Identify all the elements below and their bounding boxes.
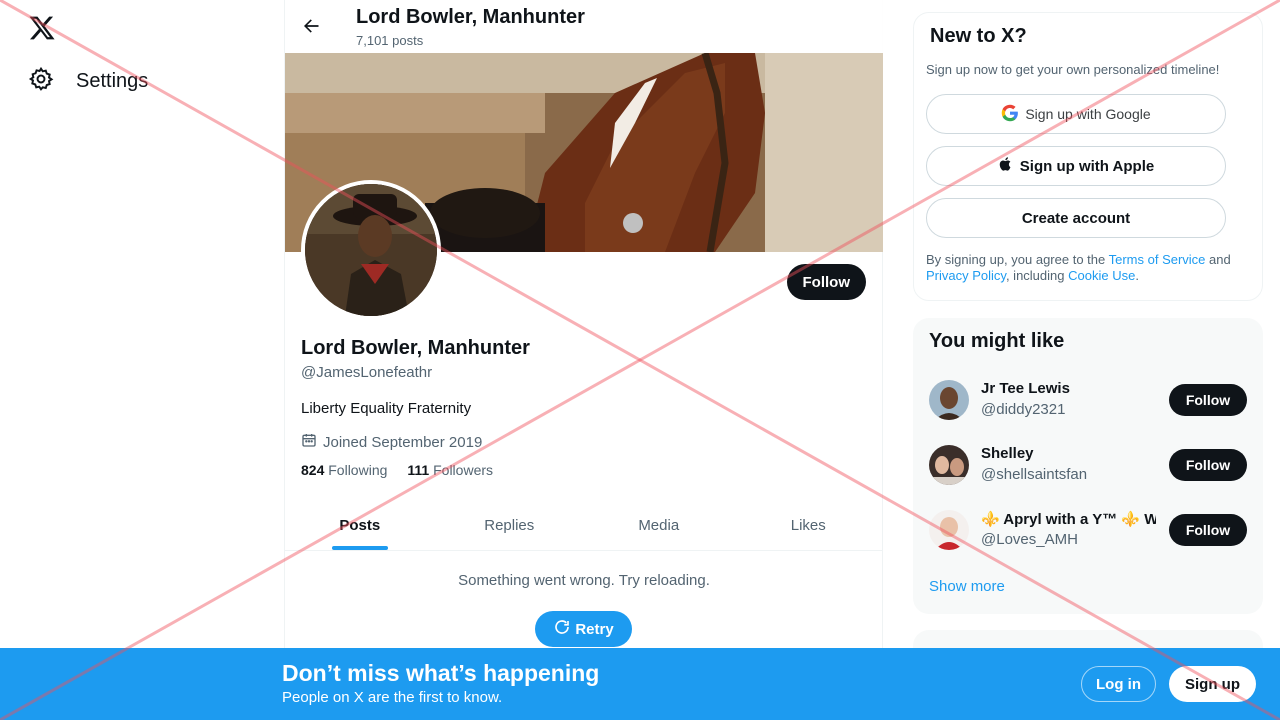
suggested-user-handle: @diddy2321 [981, 401, 1066, 418]
signup-prompt-bar: Don’t miss what’s happening People on X … [0, 648, 1280, 720]
followers-label: Followers [433, 462, 494, 478]
suggested-follow-button[interactable]: Follow [1169, 514, 1247, 546]
following-count: 824 [301, 462, 325, 478]
tab-media[interactable]: Media [584, 500, 734, 550]
followers-link[interactable]: 111 Followers [407, 462, 493, 478]
profile-bio: Liberty Equality Fraternity [301, 400, 472, 417]
profile-joined: Joined September 2019 [301, 432, 482, 452]
retry-button[interactable]: Retry [535, 611, 632, 647]
legal-and: and [1205, 252, 1231, 267]
refresh-icon [553, 618, 571, 640]
avatar[interactable] [929, 510, 969, 550]
profile-handle: @JamesLonefeathr [301, 364, 433, 381]
profile-name: Lord Bowler, Manhunter [301, 337, 530, 359]
following-link[interactable]: 824 Following [301, 462, 387, 478]
follow-button[interactable]: Follow [786, 264, 866, 300]
nav-settings[interactable]: Settings [28, 66, 148, 97]
topbar-post-count: 7,101 posts [356, 33, 424, 48]
topbar-title: Lord Bowler, Manhunter [356, 6, 585, 28]
create-account-button[interactable]: Create account [926, 198, 1226, 238]
profile-column: Lord Bowler, Manhunter 7,101 posts Follo… [284, 0, 883, 720]
followers-count: 111 [407, 462, 430, 478]
google-label: Sign up with Google [1025, 106, 1151, 122]
show-more-link[interactable]: Show more [929, 578, 1005, 595]
avatar[interactable] [929, 445, 969, 485]
signup-apple-button[interactable]: Sign up with Apple [926, 146, 1226, 186]
suggested-user[interactable]: Jr Tee Lewis @diddy2321 Follow [929, 380, 1247, 440]
suggested-user[interactable]: Shelley @shellsaintsfan Follow [929, 445, 1247, 505]
apple-icon [998, 155, 1014, 177]
left-nav: Settings [0, 0, 284, 720]
suggested-follow-button[interactable]: Follow [1169, 449, 1247, 481]
error-message: Something went wrong. Try reloading. [458, 572, 710, 589]
suggested-follow-button[interactable]: Follow [1169, 384, 1247, 416]
you-might-like-panel: You might like Jr Tee Lewis @diddy2321 F… [913, 318, 1263, 614]
tab-likes[interactable]: Likes [734, 500, 884, 550]
profile-stats: 824 Following 111 Followers [301, 462, 493, 478]
legal-end: . [1135, 268, 1139, 283]
x-logo-icon[interactable] [28, 14, 56, 42]
new-to-x-title: New to X? [930, 25, 1027, 47]
tab-replies[interactable]: Replies [435, 500, 585, 550]
following-label: Following [328, 462, 388, 478]
suggested-user-handle: @shellsaintsfan [981, 466, 1088, 483]
suggested-user-name: ⚜️ Apryl with a Y™ ⚜️ W [981, 511, 1156, 528]
prompt-title: Don’t miss what’s happening [282, 660, 600, 686]
suggested-user[interactable]: ⚜️ Apryl with a Y™ ⚜️ W @Loves_AMH Follo… [929, 510, 1247, 570]
legal-text: By signing up, you agree to the Terms of… [926, 252, 1246, 284]
you-might-like-title: You might like [929, 330, 1065, 352]
prompt-subtitle: People on X are the first to know. [282, 689, 503, 706]
legal-prefix: By signing up, you agree to the [926, 252, 1109, 267]
new-to-x-panel: New to X? Sign up now to get your own pe… [913, 12, 1263, 301]
cookie-link[interactable]: Cookie Use [1068, 268, 1135, 283]
privacy-link[interactable]: Privacy Policy [926, 268, 1006, 283]
profile-avatar[interactable] [301, 180, 441, 320]
apple-label: Sign up with Apple [1019, 157, 1155, 175]
calendar-icon [301, 432, 317, 452]
signup-google-button[interactable]: Sign up with Google [926, 94, 1226, 134]
profile-tabs: Posts Replies Media Likes [285, 500, 883, 551]
legal-including: , including [1005, 268, 1069, 283]
back-arrow-icon[interactable] [299, 14, 323, 38]
tab-posts[interactable]: Posts [285, 500, 435, 550]
profile-topbar: Lord Bowler, Manhunter 7,101 posts [285, 0, 883, 53]
settings-label: Settings [76, 70, 149, 92]
suggested-user-handle: @Loves_AMH [981, 531, 1078, 548]
terms-link[interactable]: Terms of Service [1109, 252, 1206, 267]
avatar[interactable] [929, 380, 969, 420]
joined-text: Joined September 2019 [323, 433, 483, 451]
gear-icon [28, 66, 54, 97]
retry-label: Retry [575, 620, 614, 638]
signup-button[interactable]: Sign up [1169, 666, 1256, 702]
google-icon [1001, 104, 1019, 125]
login-button[interactable]: Log in [1081, 666, 1156, 702]
suggested-user-name: Jr Tee Lewis [981, 380, 1070, 397]
new-to-x-subtitle: Sign up now to get your own personalized… [926, 62, 1220, 77]
suggested-user-name: Shelley [981, 445, 1034, 462]
